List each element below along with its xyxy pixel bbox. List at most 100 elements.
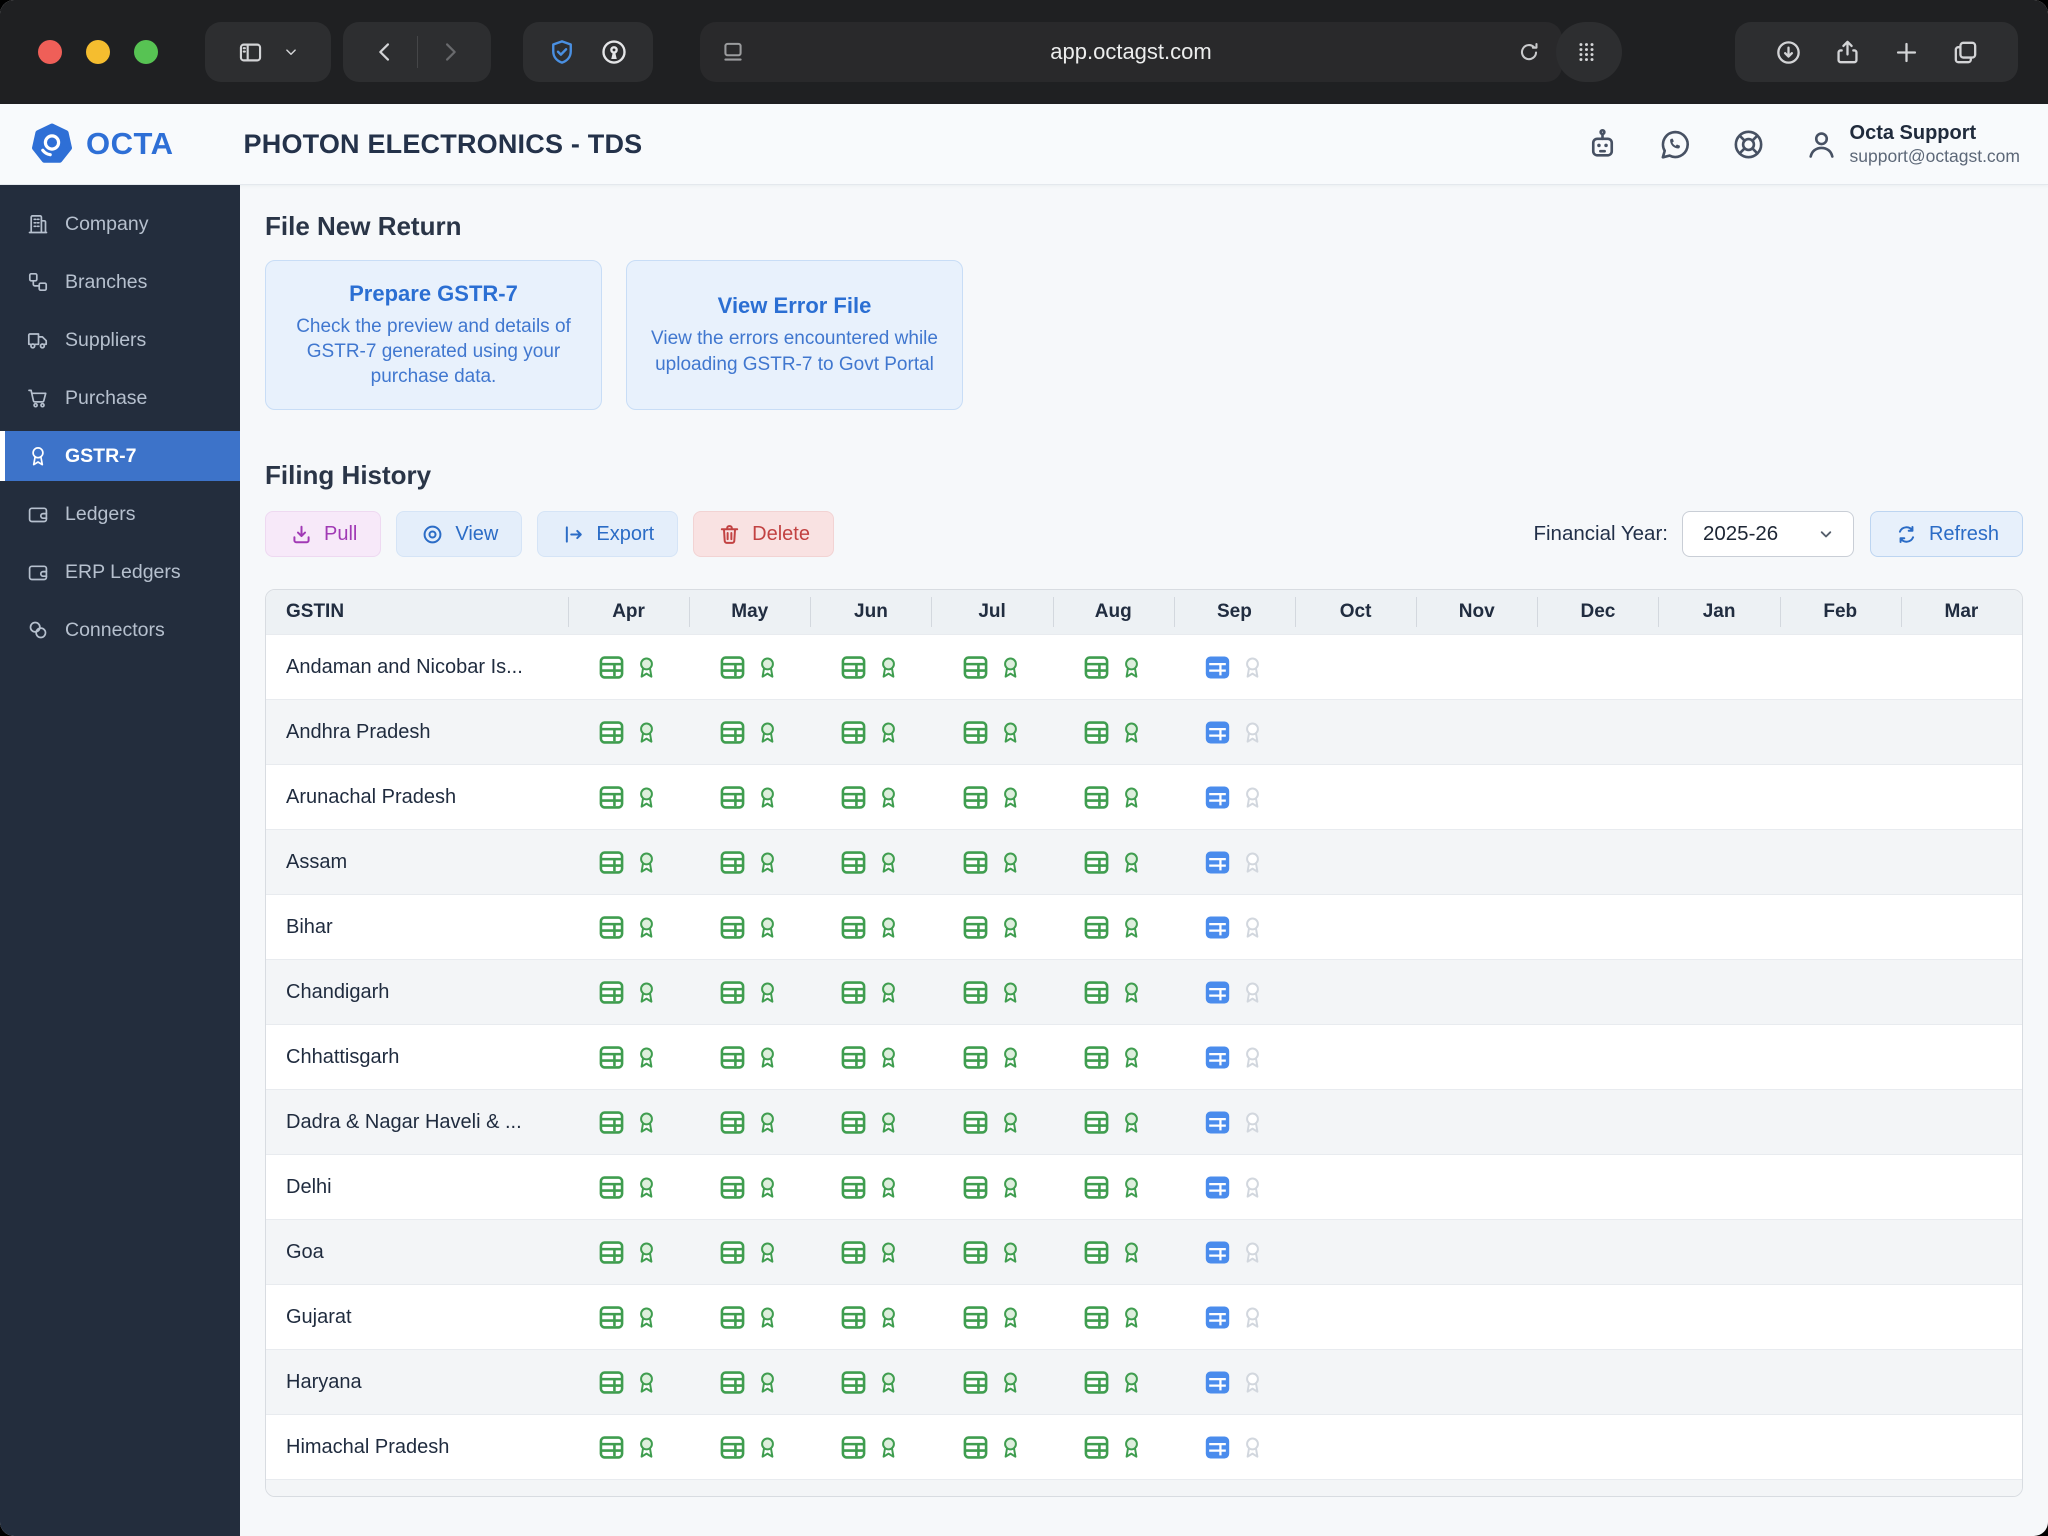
month-cell-jun[interactable]: [810, 830, 931, 894]
certificate-ribbon-icon[interactable]: [1119, 1240, 1144, 1265]
tab-overview-icon[interactable]: [1951, 38, 1980, 67]
certificate-ribbon-icon[interactable]: [998, 980, 1023, 1005]
whatsapp-icon[interactable]: [1657, 126, 1694, 163]
zoom-window-button[interactable]: [134, 40, 158, 64]
month-cell-aug[interactable]: [1053, 1285, 1174, 1349]
return-sheet-icon[interactable]: [719, 1369, 746, 1396]
month-cell-jul[interactable]: [931, 1220, 1052, 1284]
month-cell-apr[interactable]: [568, 1480, 689, 1496]
month-cell-may[interactable]: [689, 1285, 810, 1349]
return-sheet-icon[interactable]: [840, 1434, 867, 1461]
month-cell-jul[interactable]: [931, 1155, 1052, 1219]
return-sheet-icon[interactable]: [840, 1304, 867, 1331]
return-sheet-icon[interactable]: [719, 784, 746, 811]
return-sheet-icon[interactable]: [598, 1109, 625, 1136]
certificate-ribbon-icon[interactable]: [1240, 1045, 1265, 1070]
month-cell-sep[interactable]: [1174, 1350, 1295, 1414]
certificate-ribbon-icon[interactable]: [1119, 720, 1144, 745]
return-sheet-icon[interactable]: [1083, 914, 1110, 941]
return-sheet-icon[interactable]: [1083, 1044, 1110, 1071]
month-cell-aug[interactable]: [1053, 1220, 1174, 1284]
certificate-ribbon-icon[interactable]: [998, 850, 1023, 875]
sidebar-item-gstr-7[interactable]: GSTR-7: [0, 431, 240, 481]
certificate-ribbon-icon[interactable]: [634, 1045, 659, 1070]
return-sheet-icon[interactable]: [840, 654, 867, 681]
share-icon[interactable]: [1833, 38, 1862, 67]
month-cell-sep[interactable]: [1174, 1220, 1295, 1284]
sidebar-item-company[interactable]: Company: [0, 199, 240, 249]
return-sheet-icon[interactable]: [598, 784, 625, 811]
certificate-ribbon-icon[interactable]: [876, 655, 901, 680]
month-cell-jun[interactable]: [810, 1350, 931, 1414]
month-cell-may[interactable]: [689, 635, 810, 699]
month-cell-jun[interactable]: [810, 1480, 931, 1496]
return-sheet-icon[interactable]: [598, 1304, 625, 1331]
certificate-ribbon-icon[interactable]: [998, 915, 1023, 940]
return-sheet-icon[interactable]: [962, 1304, 989, 1331]
privacy-shield-icon[interactable]: [547, 37, 577, 67]
return-sheet-icon[interactable]: [962, 1434, 989, 1461]
sidebar-item-erp-ledgers[interactable]: ERP Ledgers: [0, 547, 240, 597]
minimize-window-button[interactable]: [86, 40, 110, 64]
return-sheet-icon[interactable]: [962, 784, 989, 811]
certificate-ribbon-icon[interactable]: [998, 1175, 1023, 1200]
return-sheet-icon[interactable]: [1204, 1174, 1231, 1201]
certificate-ribbon-icon[interactable]: [634, 785, 659, 810]
return-sheet-icon[interactable]: [962, 1174, 989, 1201]
month-cell-jul[interactable]: [931, 700, 1052, 764]
month-cell-apr[interactable]: [568, 830, 689, 894]
return-sheet-icon[interactable]: [1204, 1369, 1231, 1396]
certificate-ribbon-icon[interactable]: [634, 850, 659, 875]
month-cell-aug[interactable]: [1053, 830, 1174, 894]
certificate-ribbon-icon[interactable]: [1240, 980, 1265, 1005]
return-sheet-icon[interactable]: [962, 849, 989, 876]
month-cell-may[interactable]: [689, 1220, 810, 1284]
month-cell-may[interactable]: [689, 830, 810, 894]
month-cell-jun[interactable]: [810, 635, 931, 699]
certificate-ribbon-icon[interactable]: [634, 1240, 659, 1265]
return-sheet-icon[interactable]: [962, 1044, 989, 1071]
month-cell-jul[interactable]: [931, 895, 1052, 959]
certificate-ribbon-icon[interactable]: [876, 915, 901, 940]
certificate-ribbon-icon[interactable]: [634, 915, 659, 940]
month-cell-aug[interactable]: [1053, 1480, 1174, 1496]
forward-icon[interactable]: [436, 38, 464, 66]
certificate-ribbon-icon[interactable]: [1119, 1305, 1144, 1330]
month-cell-sep[interactable]: [1174, 700, 1295, 764]
month-cell-jul[interactable]: [931, 1480, 1052, 1496]
return-sheet-icon[interactable]: [962, 979, 989, 1006]
return-sheet-icon[interactable]: [1204, 1304, 1231, 1331]
return-sheet-icon[interactable]: [1204, 784, 1231, 811]
month-cell-jun[interactable]: [810, 1155, 931, 1219]
return-sheet-icon[interactable]: [719, 1434, 746, 1461]
return-sheet-icon[interactable]: [1204, 979, 1231, 1006]
return-sheet-icon[interactable]: [719, 719, 746, 746]
month-cell-apr[interactable]: [568, 1155, 689, 1219]
view-button[interactable]: View: [396, 511, 523, 557]
sidebar-item-ledgers[interactable]: Ledgers: [0, 489, 240, 539]
return-sheet-icon[interactable]: [719, 849, 746, 876]
certificate-ribbon-icon[interactable]: [1119, 1370, 1144, 1395]
certificate-ribbon-icon[interactable]: [998, 1305, 1023, 1330]
close-window-button[interactable]: [38, 40, 62, 64]
certificate-ribbon-icon[interactable]: [1119, 850, 1144, 875]
certificate-ribbon-icon[interactable]: [1240, 1240, 1265, 1265]
month-cell-may[interactable]: [689, 765, 810, 829]
certificate-ribbon-icon[interactable]: [876, 1305, 901, 1330]
month-cell-sep[interactable]: [1174, 895, 1295, 959]
month-cell-jun[interactable]: [810, 1285, 931, 1349]
robot-assistant-icon[interactable]: [1584, 126, 1621, 163]
certificate-ribbon-icon[interactable]: [876, 1045, 901, 1070]
month-cell-apr[interactable]: [568, 1415, 689, 1479]
certificate-ribbon-icon[interactable]: [1119, 915, 1144, 940]
return-sheet-icon[interactable]: [840, 719, 867, 746]
month-cell-aug[interactable]: [1053, 635, 1174, 699]
certificate-ribbon-icon[interactable]: [755, 1305, 780, 1330]
return-sheet-icon[interactable]: [840, 914, 867, 941]
month-cell-apr[interactable]: [568, 1220, 689, 1284]
certificate-ribbon-icon[interactable]: [755, 1110, 780, 1135]
month-cell-jul[interactable]: [931, 1285, 1052, 1349]
certificate-ribbon-icon[interactable]: [634, 1110, 659, 1135]
certificate-ribbon-icon[interactable]: [876, 1240, 901, 1265]
extensions-grid-button[interactable]: [1556, 22, 1622, 82]
